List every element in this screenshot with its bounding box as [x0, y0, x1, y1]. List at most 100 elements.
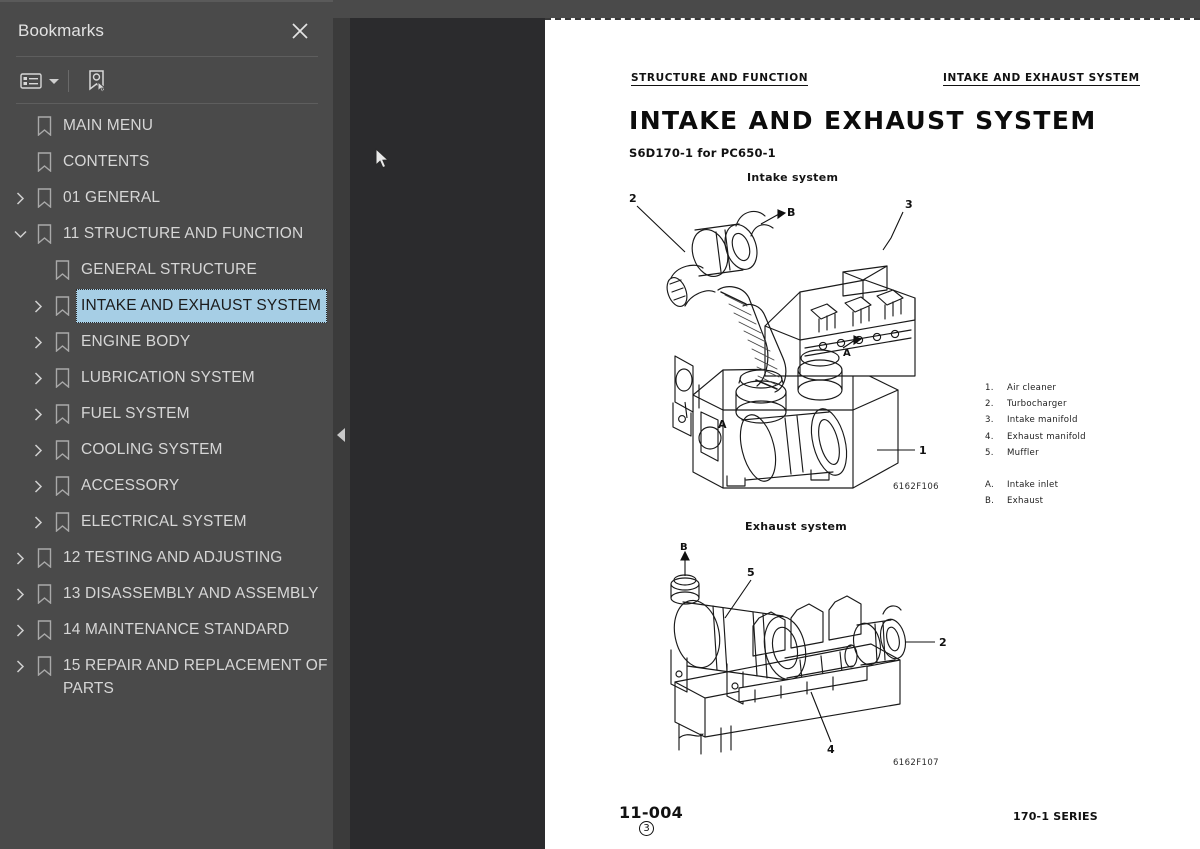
svg-text:B: B	[787, 206, 795, 219]
bookmark-icon	[49, 325, 75, 359]
bookmark-item-label: 13 DISASSEMBLY AND ASSEMBLY	[63, 585, 319, 602]
svg-text:1: 1	[919, 444, 927, 457]
svg-text:B: B	[680, 542, 688, 553]
bookmark-item-label: INTAKE AND EXHAUST SYSTEM	[76, 289, 328, 323]
legend-row: 5. Muffler	[985, 445, 1155, 461]
legend-text: Intake manifold	[1007, 415, 1078, 426]
bookmarks-panel-title: Bookmarks	[18, 21, 104, 40]
chevron-right-icon[interactable]	[27, 433, 49, 467]
bookmark-icon	[31, 613, 57, 647]
legend-text: Muffler	[1007, 447, 1039, 458]
bookmarks-panel-header: Bookmarks	[0, 2, 333, 56]
chevron-right-icon[interactable]	[27, 469, 49, 503]
bookmark-item-label: COOLING SYSTEM	[81, 441, 223, 458]
panel-collapse-handle[interactable]	[333, 18, 350, 849]
chevron-right-icon[interactable]	[27, 289, 49, 323]
running-head-left: STRUCTURE AND FUNCTION	[631, 72, 809, 86]
legend-key: B.	[985, 496, 995, 507]
chevron-right-icon[interactable]	[27, 397, 49, 431]
toolbar-divider	[68, 70, 69, 92]
chevron-right-icon[interactable]	[27, 505, 49, 539]
bookmark-item-label: 15 REPAIR AND REPLACEMENT OF PARTS	[63, 657, 328, 697]
bookmark-icon	[49, 433, 75, 467]
bookmarks-toolbar	[16, 62, 113, 100]
chevron-right-icon[interactable]	[9, 613, 31, 647]
bookmark-item-label: MAIN MENU	[63, 117, 154, 134]
bookmark-item[interactable]: 13 DISASSEMBLY AND ASSEMBLY	[0, 576, 333, 612]
pdf-reader-window: Bookmarks MAIN MENU CONTENTS 01 GENERAL …	[0, 0, 1200, 849]
chevron-right-icon[interactable]	[27, 361, 49, 395]
bookmark-item[interactable]: ENGINE BODY	[0, 324, 333, 360]
legend-row: A. Intake inlet	[985, 477, 1155, 493]
chevron-right-icon[interactable]	[27, 325, 49, 359]
bookmark-item[interactable]: FUEL SYSTEM	[0, 396, 333, 432]
bookmark-item[interactable]: ELECTRICAL SYSTEM	[0, 504, 333, 540]
legend-text: Air cleaner	[1007, 383, 1057, 393]
close-icon[interactable]	[289, 20, 311, 42]
bookmark-item[interactable]: MAIN MENU	[0, 108, 333, 144]
running-head-right: INTAKE AND EXHAUST SYSTEM	[943, 72, 1140, 86]
bookmark-item-label: CONTENTS	[63, 153, 150, 170]
bookmark-item[interactable]: 15 REPAIR AND REPLACEMENT OF PARTS	[0, 648, 333, 705]
new-bookmark-icon[interactable]	[81, 66, 113, 96]
chevron-right-icon[interactable]	[9, 577, 31, 611]
exhaust-system-illustration: B 5 2 4	[670, 542, 947, 756]
bookmark-item[interactable]: GENERAL STRUCTURE	[0, 252, 333, 288]
bookmark-item-label: LUBRICATION SYSTEM	[81, 369, 255, 386]
bookmark-tree[interactable]: MAIN MENU CONTENTS 01 GENERAL 11 STRUCTURE …	[0, 108, 333, 849]
legend-text: Intake inlet	[1007, 480, 1059, 491]
legend-text: Exhaust manifold	[1007, 431, 1086, 442]
bookmark-item-label: 01 GENERAL	[63, 189, 161, 206]
legend-row: 2. Turbocharger	[985, 396, 1155, 412]
chevron-down-icon[interactable]	[46, 66, 62, 96]
bookmark-item[interactable]: 14 MAINTENANCE STANDARD	[0, 612, 333, 648]
legend-row: 4. Exhaust manifold	[985, 429, 1155, 445]
bookmark-icon	[49, 289, 75, 323]
bookmark-item[interactable]: 11 STRUCTURE AND FUNCTION	[0, 216, 333, 252]
bookmark-icon	[49, 253, 75, 287]
toolbar-divider-bottom	[16, 103, 318, 104]
bookmark-item-label: ACCESSORY	[81, 477, 180, 494]
legend-key: A.	[985, 480, 994, 491]
bookmark-item-label: FUEL SYSTEM	[81, 405, 190, 422]
legend-key: 1.	[985, 383, 994, 393]
chevron-right-icon[interactable]	[9, 541, 31, 575]
document-page[interactable]: STRUCTURE AND FUNCTION INTAKE AND EXHAUS…	[545, 18, 1200, 849]
bookmark-item[interactable]: LUBRICATION SYSTEM	[0, 360, 333, 396]
legend-spacer	[985, 461, 1155, 477]
figure-code-exhaust: 6162F107	[893, 758, 939, 768]
bookmark-item[interactable]: INTAKE AND EXHAUST SYSTEM	[0, 288, 333, 324]
legend-key: 2.	[985, 399, 994, 410]
legend-row: 3. Intake manifold	[985, 412, 1155, 428]
list-options-icon[interactable]	[16, 66, 46, 96]
bookmark-item-label: ENGINE BODY	[81, 333, 191, 350]
svg-text:2: 2	[629, 192, 637, 205]
svg-text:5: 5	[747, 566, 755, 579]
collapse-panel-triangle-icon[interactable]	[337, 428, 345, 442]
bookmark-item[interactable]: 01 GENERAL	[0, 180, 333, 216]
bookmark-item[interactable]: 12 TESTING AND ADJUSTING	[0, 540, 333, 576]
bookmark-icon	[31, 577, 57, 611]
svg-text:2: 2	[939, 636, 947, 649]
bookmark-item[interactable]: CONTENTS	[0, 144, 333, 180]
chevron-right-icon[interactable]	[9, 181, 31, 215]
svg-text:3: 3	[905, 198, 913, 211]
legend-key: 3.	[985, 415, 994, 426]
bookmark-icon	[31, 217, 57, 251]
bookmark-icon	[31, 181, 57, 215]
chevron-right-icon[interactable]	[9, 649, 31, 683]
bookmark-item-label: 12 TESTING AND ADJUSTING	[63, 549, 283, 566]
bookmark-icon	[49, 361, 75, 395]
bookmark-item-label: 14 MAINTENANCE STANDARD	[63, 621, 290, 638]
legend-text: Turbocharger	[1007, 399, 1067, 410]
page-title: INTAKE AND EXHAUST SYSTEM	[629, 106, 1097, 135]
bookmark-item[interactable]: COOLING SYSTEM	[0, 432, 333, 468]
chevron-down-icon[interactable]	[9, 217, 31, 251]
legend-row: 1. Air cleaner	[985, 380, 1155, 396]
legend-row: B. Exhaust	[985, 493, 1155, 509]
bookmark-icon	[31, 649, 57, 683]
bookmark-item-label: ELECTRICAL SYSTEM	[81, 513, 247, 530]
bookmark-item[interactable]: ACCESSORY	[0, 468, 333, 504]
svg-text:A: A	[843, 348, 851, 359]
bookmark-icon	[49, 397, 75, 431]
